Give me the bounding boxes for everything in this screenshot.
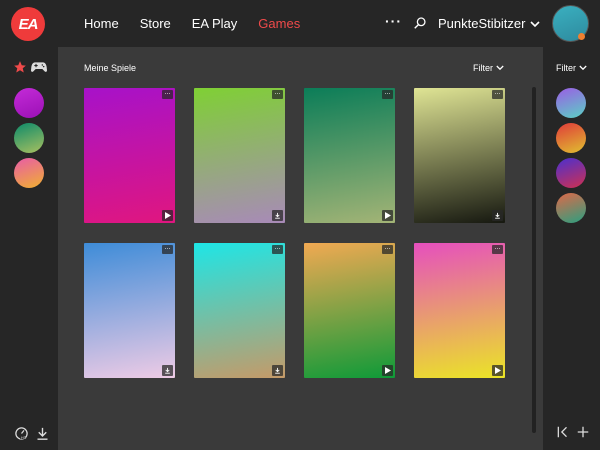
status-dot: [578, 33, 585, 40]
top-bar: Home Store EA Play Games ··· PunkteStibi…: [58, 0, 600, 47]
nav-home[interactable]: Home: [84, 16, 119, 31]
game-card-8[interactable]: ...: [414, 243, 505, 378]
nav-store[interactable]: Store: [140, 16, 171, 31]
right-avatar-1[interactable]: [556, 88, 586, 118]
card-menu-button[interactable]: ...: [162, 89, 173, 99]
search-icon[interactable]: [413, 16, 427, 35]
right-bottom-icons: [556, 425, 590, 444]
play-icon[interactable]: [162, 210, 173, 221]
card-menu-button[interactable]: ...: [382, 89, 393, 99]
play-icon[interactable]: [492, 365, 503, 376]
download-icon[interactable]: [492, 210, 503, 221]
card-menu-button[interactable]: ...: [382, 244, 393, 254]
download-icon[interactable]: [272, 210, 283, 221]
add-icon[interactable]: [576, 425, 590, 444]
play-icon[interactable]: [382, 210, 393, 221]
more-menu-button[interactable]: ···: [385, 13, 402, 29]
game-card-1[interactable]: ...: [84, 88, 175, 223]
right-avatar-4[interactable]: [556, 193, 586, 223]
ea-logo[interactable]: EA: [11, 7, 45, 41]
right-filter-button[interactable]: Filter: [556, 63, 587, 73]
speed-test-icon[interactable]: HD: [14, 426, 29, 446]
filter-button[interactable]: Filter: [473, 63, 504, 73]
play-icon[interactable]: [382, 365, 393, 376]
right-rail: Filter: [543, 47, 600, 450]
user-menu[interactable]: PunkteStibitzer: [438, 16, 541, 31]
nav-ea-play[interactable]: EA Play: [192, 16, 238, 31]
game-card-4[interactable]: ...: [414, 88, 505, 223]
rail-avatar-2[interactable]: [14, 123, 44, 153]
svg-text:HD: HD: [21, 436, 27, 440]
card-menu-button[interactable]: ...: [492, 89, 503, 99]
card-menu-button[interactable]: ...: [162, 244, 173, 254]
scrollbar[interactable]: [532, 87, 536, 433]
gamepad-icon[interactable]: [31, 60, 47, 79]
card-menu-button[interactable]: ...: [492, 244, 503, 254]
rail-bottom-icons: HD: [14, 426, 50, 446]
chevron-down-icon: [579, 63, 587, 73]
logo-text: EA: [18, 15, 39, 33]
download-icon[interactable]: [272, 365, 283, 376]
download-icon[interactable]: [35, 426, 50, 446]
page-title: Meine Spiele: [84, 63, 137, 73]
star-icon[interactable]: [13, 60, 27, 79]
game-card-6[interactable]: ...: [194, 243, 285, 378]
rail-top-icons: [13, 60, 47, 79]
chevron-down-icon: [530, 16, 541, 31]
rail-avatar-3[interactable]: [14, 158, 44, 188]
right-avatar-3[interactable]: [556, 158, 586, 188]
collapse-left-icon[interactable]: [556, 425, 570, 444]
rail-avatar-1[interactable]: [14, 88, 44, 118]
profile-avatar[interactable]: [552, 5, 589, 42]
card-menu-button[interactable]: ...: [272, 89, 283, 99]
chevron-down-icon: [496, 63, 504, 73]
nav-games[interactable]: Games: [258, 16, 300, 31]
filter-label: Filter: [473, 63, 493, 73]
game-card-3[interactable]: ...: [304, 88, 395, 223]
game-card-2[interactable]: ...: [194, 88, 285, 223]
username: PunkteStibitzer: [438, 16, 526, 31]
main-nav: Home Store EA Play Games: [84, 16, 300, 31]
filter-label: Filter: [556, 63, 576, 73]
right-avatar-2[interactable]: [556, 123, 586, 153]
download-icon[interactable]: [162, 365, 173, 376]
game-card-7[interactable]: ...: [304, 243, 395, 378]
game-card-5[interactable]: ...: [84, 243, 175, 378]
games-library: Meine Spiele Filter ....................…: [58, 47, 536, 450]
left-rail: EA HD: [0, 0, 58, 450]
card-menu-button[interactable]: ...: [272, 244, 283, 254]
